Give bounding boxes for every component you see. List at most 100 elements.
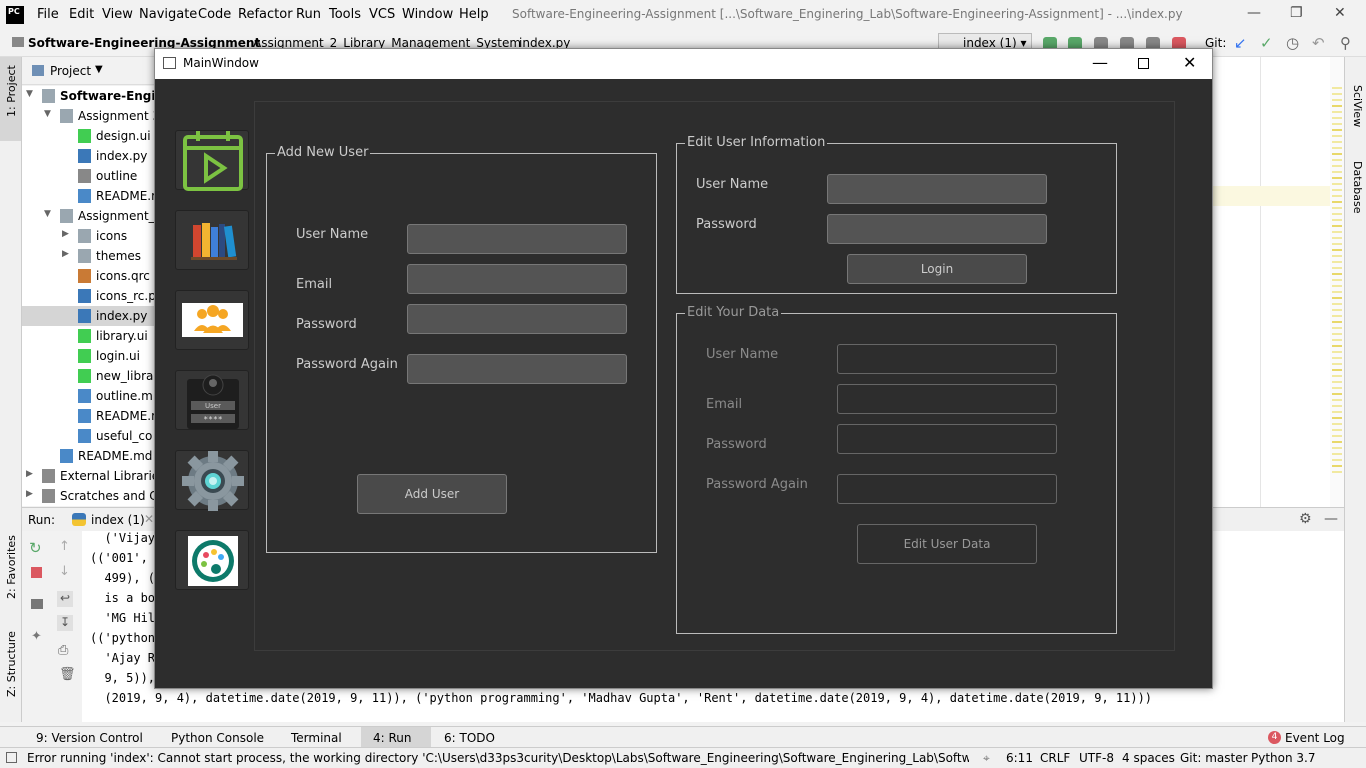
sidebar-button-day-operations[interactable]: [175, 130, 249, 191]
menu-tools[interactable]: Tools: [329, 7, 361, 22]
git-history-icon[interactable]: ◷: [1286, 34, 1299, 52]
edit-user-data-button[interactable]: Edit User Data: [857, 524, 1037, 564]
git-commit-icon[interactable]: ✓: [1260, 34, 1273, 52]
database-tool-tab[interactable]: Database: [1351, 161, 1364, 214]
status-message[interactable]: Error running 'index': Cannot start proc…: [27, 751, 969, 765]
sidebar-button-settings[interactable]: [175, 450, 249, 512]
tree-item[interactable]: index.py: [22, 146, 155, 166]
tab-run[interactable]: 4: Run: [373, 731, 412, 745]
run-tab-label[interactable]: index (1): [91, 513, 145, 527]
tree-item[interactable]: outline.m: [22, 386, 155, 406]
tree-item[interactable]: design.ui: [22, 126, 155, 146]
tab-todo[interactable]: 6: TODO: [444, 731, 495, 745]
project-tool-tab[interactable]: 1: Project: [0, 57, 21, 141]
edit-username-input[interactable]: [827, 174, 1047, 204]
clear-all-icon[interactable]: 🗑: [59, 667, 76, 682]
tree-item[interactable]: index.py: [22, 306, 155, 326]
menu-navigate[interactable]: Navigate: [139, 7, 197, 22]
scroll-to-end-icon[interactable]: ↧: [57, 615, 73, 631]
tree-item[interactable]: ▼ Software-Engine: [22, 86, 155, 106]
add-password-input[interactable]: [407, 304, 627, 334]
add-user-button[interactable]: Add User: [357, 474, 507, 514]
tree-item[interactable]: icons_rc.p: [22, 286, 155, 306]
tree-item[interactable]: library.ui: [22, 326, 155, 346]
data-username-input[interactable]: [837, 344, 1057, 374]
tree-item[interactable]: ▶ themes: [22, 246, 155, 266]
pin-icon[interactable]: ✦: [31, 629, 42, 644]
sidebar-button-themes[interactable]: [175, 530, 249, 590]
status-toggle-icon[interactable]: [6, 752, 17, 763]
tree-item[interactable]: outline: [22, 166, 155, 186]
tab-python-console[interactable]: Python Console: [171, 731, 264, 745]
edit-password-input[interactable]: [827, 214, 1047, 244]
menu-refactor[interactable]: Refactor: [238, 7, 293, 22]
file-encoding[interactable]: UTF-8: [1079, 751, 1114, 765]
caret-position[interactable]: 6:11: [1006, 751, 1033, 765]
close-run-tab-icon[interactable]: ✕: [144, 512, 154, 526]
tree-item[interactable]: README.md: [22, 446, 155, 466]
editor-scroll-markers[interactable]: [1330, 57, 1344, 507]
tree-item[interactable]: ▶ Scratches and Co: [22, 486, 155, 506]
expand-arrow-icon[interactable]: ▶: [26, 469, 33, 479]
print-icon[interactable]: ⎙: [58, 643, 68, 658]
tree-item[interactable]: icons.qrc: [22, 266, 155, 286]
login-button[interactable]: Login: [847, 254, 1027, 284]
ide-close-icon[interactable]: ✕: [1334, 5, 1346, 21]
favorites-tool-tab[interactable]: 2: Favorites: [5, 535, 18, 599]
tree-item[interactable]: README.m: [22, 406, 155, 426]
expand-arrow-icon[interactable]: ▼: [26, 89, 33, 99]
menu-edit[interactable]: Edit: [69, 7, 94, 22]
menu-view[interactable]: View: [102, 7, 133, 22]
menu-code[interactable]: Code: [198, 7, 231, 22]
tab-terminal[interactable]: Terminal: [291, 731, 342, 745]
expand-arrow-icon[interactable]: ▼: [44, 109, 51, 119]
tree-item[interactable]: ▼ Assignment 3: [22, 106, 155, 126]
menu-run[interactable]: Run: [296, 7, 321, 22]
tree-item[interactable]: ▼ Assignment_2: [22, 206, 155, 226]
add-email-input[interactable]: [407, 264, 627, 294]
ide-minimize-icon[interactable]: —: [1247, 5, 1261, 21]
minimize-icon[interactable]: —: [1092, 53, 1108, 72]
chevron-down-icon[interactable]: ▼: [95, 64, 103, 75]
stop-icon[interactable]: [31, 567, 42, 578]
scroll-up-icon[interactable]: ↑: [59, 539, 70, 554]
maximize-icon[interactable]: [1138, 58, 1149, 69]
tree-item[interactable]: login.ui: [22, 346, 155, 366]
tab-version-control[interactable]: 9: Version Control: [36, 731, 143, 745]
git-branch[interactable]: Git: master: [1180, 751, 1248, 765]
sidebar-button-user-login[interactable]: User ****: [175, 370, 249, 430]
ide-restore-icon[interactable]: ❐: [1290, 5, 1303, 21]
data-email-input[interactable]: [837, 384, 1057, 414]
expand-arrow-icon[interactable]: ▶: [62, 249, 69, 259]
sidebar-button-books[interactable]: [175, 210, 249, 270]
git-revert-icon[interactable]: ↶: [1312, 34, 1325, 52]
tree-item[interactable]: ▶ External Libraries: [22, 466, 155, 486]
git-update-icon[interactable]: ↙: [1234, 34, 1247, 52]
data-password-input[interactable]: [837, 424, 1057, 454]
project-panel-title[interactable]: Project: [50, 64, 91, 78]
line-separator[interactable]: CRLF: [1040, 751, 1070, 765]
expand-arrow-icon[interactable]: ▼: [44, 209, 51, 219]
scroll-down-icon[interactable]: ↓: [59, 564, 70, 579]
close-icon[interactable]: ✕: [1183, 53, 1196, 72]
tree-item[interactable]: useful_co: [22, 426, 155, 446]
search-everywhere-icon[interactable]: ⚲: [1340, 34, 1351, 52]
indent-setting[interactable]: 4 spaces: [1122, 751, 1175, 765]
tree-item[interactable]: new_libra: [22, 366, 155, 386]
sciview-tool-tab[interactable]: SciView: [1351, 85, 1364, 127]
layout-icon[interactable]: [31, 599, 43, 609]
python-interpreter[interactable]: Python 3.7: [1251, 751, 1316, 765]
sidebar-button-users[interactable]: [175, 290, 249, 350]
add-password-again-input[interactable]: [407, 354, 627, 384]
menu-help[interactable]: Help: [459, 7, 489, 22]
menu-vcs[interactable]: VCS: [369, 7, 395, 22]
soft-wrap-icon[interactable]: ↩: [57, 591, 73, 607]
add-username-input[interactable]: [407, 224, 627, 254]
tree-item[interactable]: README.m: [22, 186, 155, 206]
structure-tool-tab[interactable]: Z: Structure: [5, 631, 18, 697]
expand-arrow-icon[interactable]: ▶: [62, 229, 69, 239]
expand-arrow-icon[interactable]: ▶: [26, 489, 33, 499]
tree-item[interactable]: ▶ icons: [22, 226, 155, 246]
settings-icon[interactable]: ⚙: [1299, 511, 1312, 527]
menu-file[interactable]: File: [37, 7, 59, 22]
